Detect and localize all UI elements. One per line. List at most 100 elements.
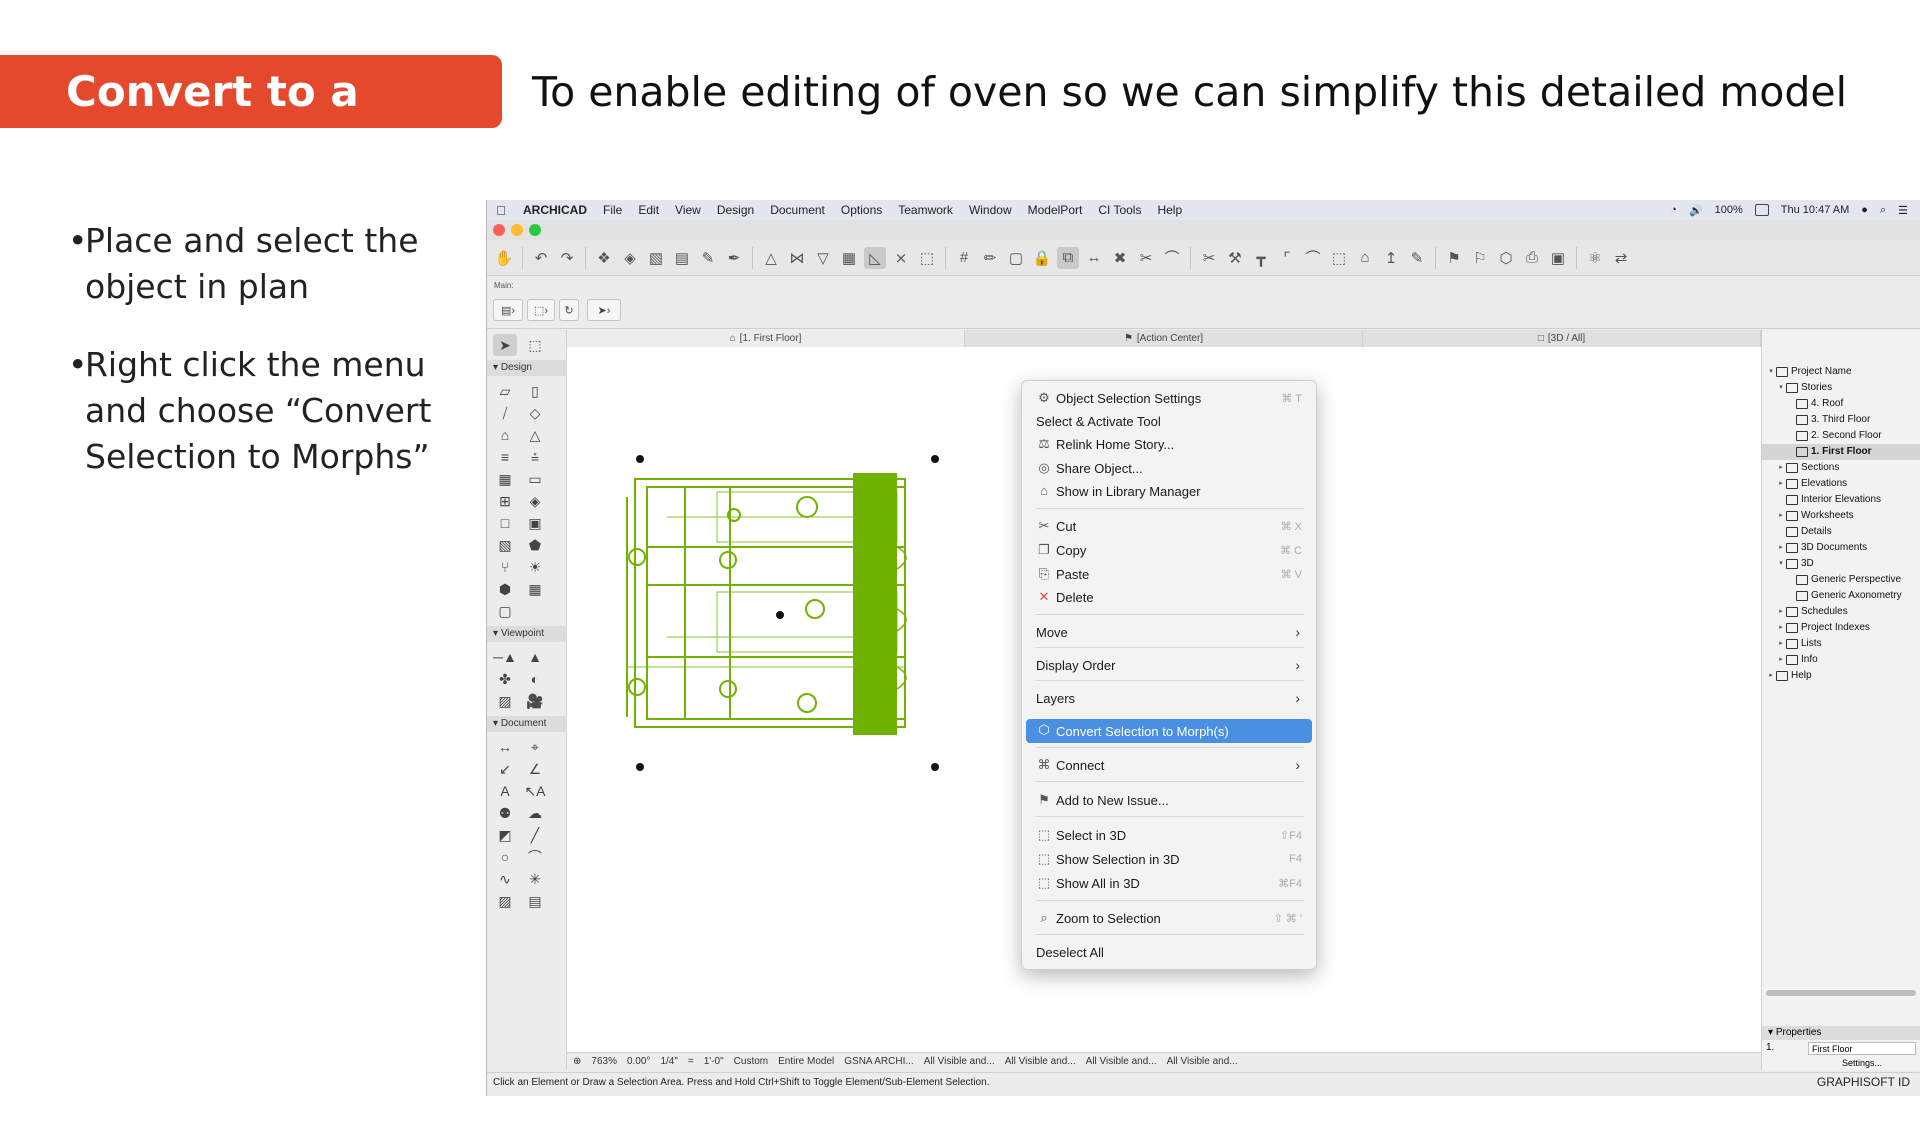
selection-handle[interactable] [931,763,939,771]
tree-item-generic-perspective[interactable]: Generic Perspective [1762,572,1920,588]
frame-icon[interactable]: ▢ [1005,247,1027,269]
toolbox-section-viewpoint[interactable]: ▾ Viewpoint [487,626,567,642]
toolbox-section-document[interactable]: ▾ Document [487,716,567,732]
adjust-icon[interactable]: ⚒ [1224,247,1246,269]
volume-icon[interactable]: 🔊 [1689,204,1703,217]
pan-icon[interactable]: ✋ [493,247,515,269]
label-tool-icon[interactable]: ↖A [523,780,547,802]
tree-item-third-floor[interactable]: 3. Third Floor [1762,412,1920,428]
renovation-filter[interactable]: GSNA ARCHI... [844,1056,913,1067]
eyedropper-icon[interactable]: ✎ [697,247,719,269]
tree-item-worksheets[interactable]: ▸ Worksheets [1762,508,1920,524]
window-tool-icon[interactable]: ⊞ [493,490,517,512]
battery-icon[interactable] [1754,204,1769,216]
arrow-tool-options-button[interactable]: ➤› [587,299,621,321]
selection-handle[interactable] [931,455,939,463]
model-view[interactable]: Entire Model [778,1056,834,1067]
drawing-tool-icon[interactable]: ▤ [523,890,547,912]
menu-item-show-selection-in-3d[interactable]: ⬚ Show Selection in 3D F4 [1026,848,1312,870]
redo-icon[interactable]: ↷ [556,247,578,269]
apple-icon[interactable]:  [487,203,515,218]
arc-tool-icon[interactable]: ⌒ [523,846,547,868]
menu-item-convert-selection-to-morphs[interactable]: ⬡ Convert Selection to Morph(s) [1026,719,1312,743]
grid-icon[interactable]: # [953,247,975,269]
zoom-window-button[interactable] [529,224,541,236]
wifi-icon[interactable]: ◔ [1670,204,1677,216]
menu-item-show-in-library-manager[interactable]: ⌂ Show in Library Manager [1026,480,1312,502]
flag-icon[interactable]: ⚑ [1443,247,1465,269]
print-icon[interactable]: ⎙ [1521,247,1543,269]
send-receive-icon[interactable]: ⇄ [1610,247,1632,269]
tree-item-help[interactable]: ▸ Help [1762,668,1920,684]
clock[interactable]: Thu 10:47 AM [1781,204,1850,216]
undo-icon[interactable]: ↶ [530,247,552,269]
teamwork-icon[interactable]: ⚛ [1584,247,1606,269]
menu-teamwork[interactable]: Teamwork [890,203,961,217]
wall-end-tool-icon[interactable]: ▢ [493,600,517,622]
intersect-icon[interactable]: ⌜ [1276,247,1298,269]
scale-value[interactable]: 1/4" [660,1056,677,1067]
menu-app[interactable]: ARCHICAD [515,203,595,217]
equipment-tool-icon[interactable]: ⬢ [493,578,517,600]
cross-icon[interactable]: ✖ [1109,247,1131,269]
section-icon[interactable]: ▧ [645,247,667,269]
tree-item-interior-elevations[interactable]: Interior Elevations [1762,492,1920,508]
menu-help[interactable]: Help [1149,203,1190,217]
menu-item-copy[interactable]: ❐ Copy ⌘ C [1026,539,1312,561]
menu-item-delete[interactable]: ✕ Delete [1026,586,1312,608]
suspend-groups-icon[interactable]: ⧉ [1057,246,1079,269]
user-icon[interactable]: ● [1861,204,1868,216]
change-tool-icon[interactable]: ☁ [523,802,547,824]
menu-item-zoom-to-selection[interactable]: ⌕ Zoom to Selection ⇧ ⌘ ' [1026,907,1312,929]
menu-ci-tools[interactable]: CI Tools [1090,203,1149,217]
tree-item-3d[interactable]: ▾ 3D [1762,556,1920,572]
pencil-icon[interactable]: ✏ [979,247,1001,269]
opening-tool-icon[interactable]: □ [493,512,517,534]
menu-document[interactable]: Document [762,203,833,217]
fill-icon[interactable]: ▦ [838,247,860,269]
object-tool-icon[interactable]: ⑂ [493,556,517,578]
interior-elevation-tool-icon[interactable]: ✤ [493,668,517,690]
spline-tool-icon[interactable]: ∿ [493,868,517,890]
arrow-down-icon[interactable]: ▽ [812,247,834,269]
syringe-icon[interactable]: ✒ [723,247,745,269]
arrow-tool-icon[interactable]: ➤ [493,334,517,356]
toolbox-section-design[interactable]: ▾ Design [487,360,567,376]
wall-tool-icon[interactable]: ▱ [493,380,517,402]
stair-tool-icon[interactable]: ≡ [493,446,517,468]
zone-stamp-tool-icon[interactable]: ⚉ [493,802,517,824]
menu-file[interactable]: File [595,203,630,217]
trim-icon[interactable]: ✂ [1135,247,1157,269]
3d-view-icon[interactable]: ◈ [619,247,641,269]
curtain-wall-tool-icon[interactable]: ▦ [493,468,517,490]
pen-set[interactable]: Custom [734,1056,768,1067]
tree-item-elevations[interactable]: ▸ Elevations [1762,476,1920,492]
radial-dimension-tool-icon[interactable]: ↙ [493,758,517,780]
tree-item-stories[interactable]: ▾ Stories [1762,380,1920,396]
menu-item-cut[interactable]: ✂ Cut ⌘ X [1026,515,1312,537]
zone-tool-icon[interactable]: ▣ [523,512,547,534]
lock-icon[interactable]: 🔒 [1031,247,1053,269]
snap-guides-icon[interactable]: ⬚ [916,247,938,269]
tree-item-first-floor[interactable]: 1. First Floor [1762,444,1920,460]
menu-item-add-to-new-issue[interactable]: ⚑ Add to New Issue... [1026,789,1312,811]
figure-tool-icon[interactable]: ▨ [493,890,517,912]
layer-icon[interactable]: ▤ [671,247,693,269]
menu-item-deselect-all[interactable]: Deselect All [1026,941,1312,963]
railing-tool-icon[interactable]: ⩮ [523,446,547,468]
selection-handle[interactable] [636,763,644,771]
beam-tool-icon[interactable]: ⧸ [493,402,517,424]
door-tool-icon[interactable]: ▭ [523,468,547,490]
roof-tool-icon[interactable]: ⌂ [493,424,517,446]
tab-action-center[interactable]: ⚑ [Action Center] [965,330,1363,347]
tree-item-project-name[interactable]: ▾ Project Name [1762,364,1920,380]
tree-item-schedules[interactable]: ▸ Schedules [1762,604,1920,620]
control-center-icon[interactable]: ☰ [1898,204,1908,217]
house-icon[interactable]: ⌂ [1354,247,1376,269]
geometry-method-button[interactable]: ▤› [493,299,523,321]
tree-item-info[interactable]: ▸ Info [1762,652,1920,668]
mirror-icon[interactable]: ⋈ [786,247,808,269]
marquee-tool-icon[interactable]: ⬚ [523,334,547,356]
zoom-value[interactable]: 763% [591,1056,617,1067]
menu-view[interactable]: View [667,203,709,217]
